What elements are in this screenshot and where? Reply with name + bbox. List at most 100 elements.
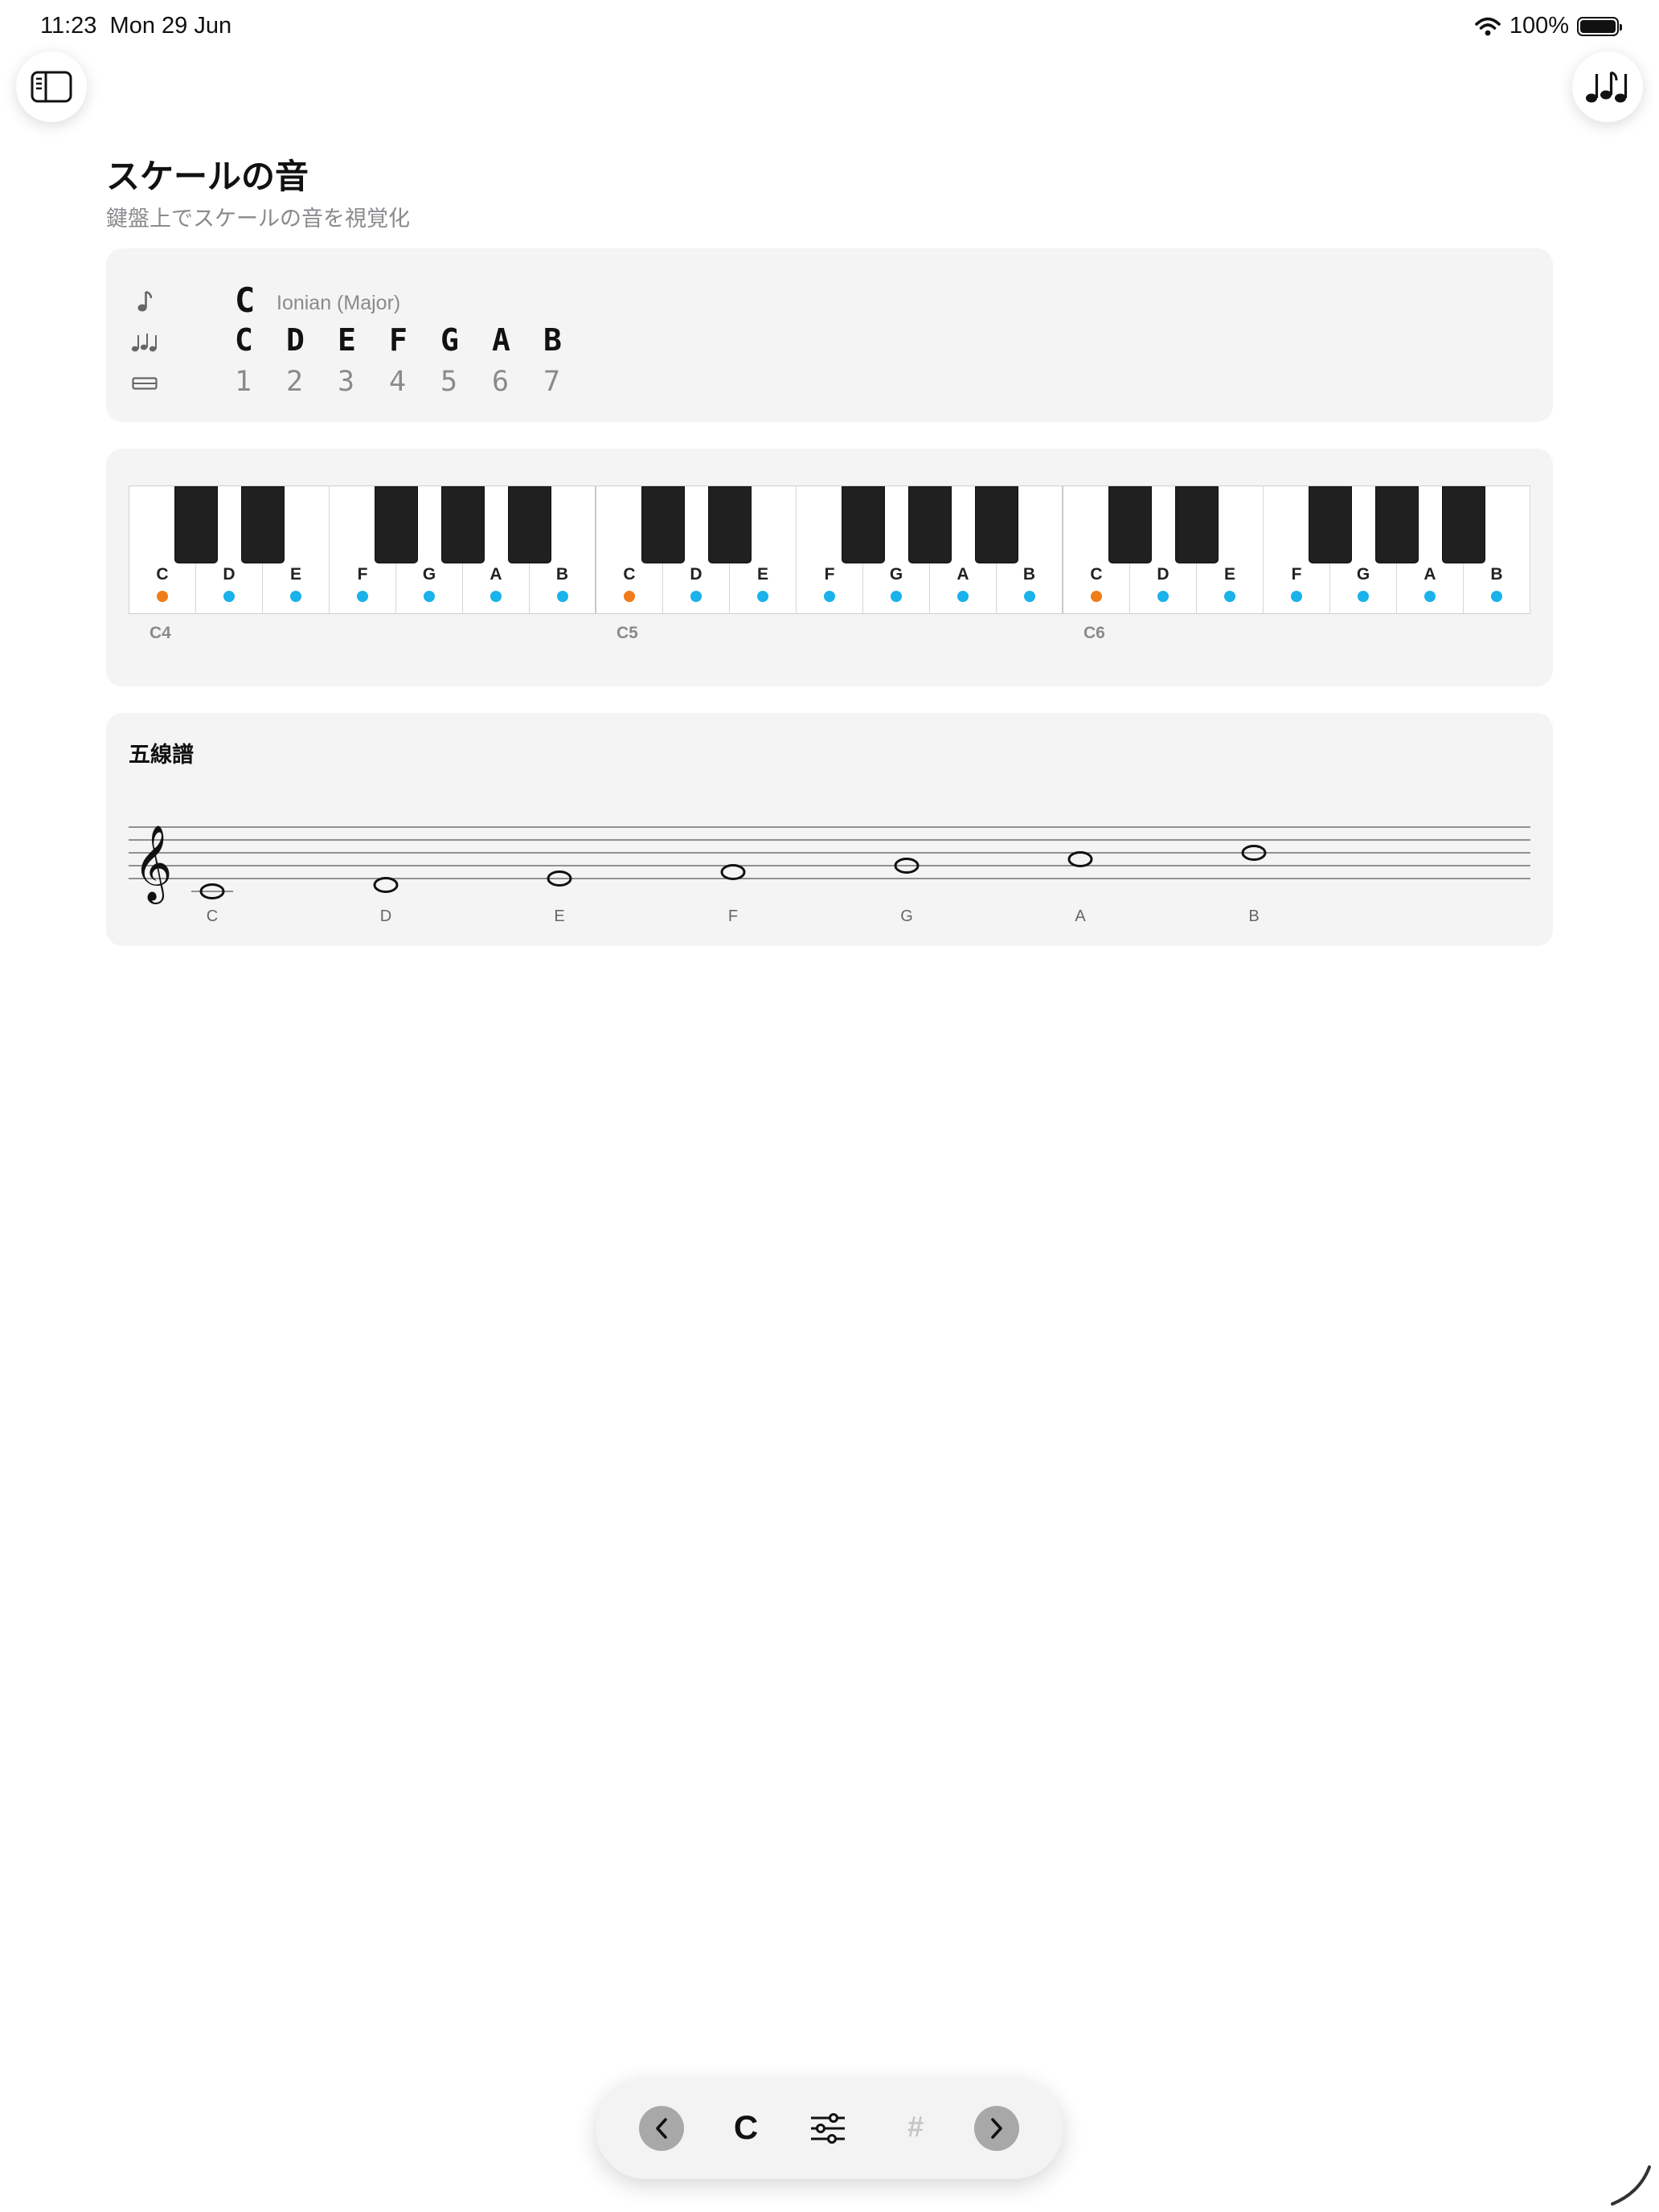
piano-black-key[interactable] [842, 486, 885, 563]
scale-note-dot [957, 591, 969, 602]
key-note-label: A [956, 565, 969, 584]
root-note-dot [1091, 591, 1102, 602]
piano-black-key[interactable] [1108, 486, 1152, 563]
staff-note-head [373, 877, 399, 893]
staff-card: 五線譜 𝄞 CDEFGAB [106, 713, 1553, 946]
chevron-right-icon [991, 2118, 1002, 2139]
octave-label: C4 [150, 624, 171, 642]
scale-note-dot [824, 591, 835, 602]
scale-note: D [286, 322, 305, 358]
status-date: Mon 29 Jun [109, 13, 232, 39]
bottom-toolbar: C # [596, 2078, 1063, 2179]
music-notes-icon [1586, 71, 1628, 103]
scale-note-dot [1424, 591, 1436, 602]
scale-note-dot [357, 591, 368, 602]
key-note-label: E [289, 565, 301, 584]
key-note-label: D [223, 565, 236, 584]
scale-note-dot [290, 591, 301, 602]
root-note-dot [624, 591, 635, 602]
page-subtitle: 鍵盤上でスケールの音を視覚化 [106, 207, 410, 231]
screen-corner-indicator [1611, 2165, 1651, 2206]
status-time-date: 11:23 Mon 29 Jun [40, 13, 231, 39]
staff-note-head [720, 864, 746, 880]
staff-note-label: F [728, 907, 738, 925]
sidebar-toggle-button[interactable] [16, 51, 87, 122]
scale-degrees-list: 1 2 3 4 5 6 7 [235, 366, 595, 398]
piano-keyboard[interactable]: CDEFGABCDEFGABCDEFGAB [129, 485, 1530, 614]
key-note-label: G [422, 565, 436, 584]
piano-black-key[interactable] [1442, 486, 1485, 563]
key-note-label: C [156, 565, 169, 584]
scale-degrees-row: 1 2 3 4 5 6 7 [106, 366, 1553, 403]
status-time: 11:23 [40, 13, 97, 39]
piano-black-key[interactable] [1375, 486, 1419, 563]
treble-clef-icon: 𝄞 [133, 825, 172, 904]
keyboard-card: C D E F G A B C D E F G A B C D E F G A B C4 C5 C6 [106, 449, 1553, 686]
previous-key-button[interactable] [639, 2106, 684, 2151]
current-key-button[interactable]: C [726, 2108, 766, 2147]
staff-note-label: A [1075, 907, 1086, 925]
root-note-dot [157, 591, 168, 602]
scale-note-dot [1491, 591, 1502, 602]
scale-note-dot [424, 591, 435, 602]
scale-degree: 4 [389, 366, 407, 398]
staff-note-label: E [554, 907, 564, 925]
scale-note-dot [1023, 591, 1035, 602]
key-note-label: F [357, 565, 368, 584]
chevron-left-icon [656, 2118, 667, 2139]
scale-degree: 1 [235, 366, 252, 398]
key-note-label: B [555, 565, 569, 584]
key-note-label: E [1223, 565, 1235, 584]
staff-note-label: D [380, 907, 391, 925]
staff-note-label: G [900, 907, 913, 925]
scale-degree: 3 [338, 366, 355, 398]
battery-icon [1577, 16, 1622, 36]
music-note-icon [129, 290, 161, 313]
staff-notation: 𝄞 C D E F G A B [129, 825, 1530, 925]
scale-notes-list: C D E F G A B [235, 322, 595, 358]
scale-note-dot [1291, 591, 1302, 602]
key-note-label: G [889, 565, 903, 584]
key-note-label: C [623, 565, 636, 584]
key-note-label: F [824, 565, 835, 584]
piano-black-key[interactable] [1175, 486, 1219, 563]
scale-note-dot [556, 591, 568, 602]
wifi-icon [1475, 17, 1501, 35]
scale-settings-button[interactable] [806, 2108, 850, 2149]
sharp-toggle-button[interactable]: # [899, 2110, 932, 2144]
staff-note-label: B [1248, 907, 1259, 925]
sliders-icon [811, 2113, 845, 2144]
piano-black-key[interactable] [241, 486, 285, 563]
next-key-button[interactable] [974, 2106, 1019, 2151]
scale-degree: 6 [492, 366, 510, 398]
scales-button[interactable] [1572, 51, 1643, 122]
scale-key: C [235, 281, 256, 320]
music-notes-icon [129, 332, 161, 353]
scale-degree: 7 [543, 366, 561, 398]
scale-note: C [235, 322, 253, 358]
key-note-label: C [1090, 565, 1103, 584]
scale-note: A [492, 322, 510, 358]
staff-note-label: C [207, 907, 218, 925]
key-note-label: A [490, 565, 502, 584]
scale-note: G [440, 322, 459, 358]
piano-black-key[interactable] [174, 486, 218, 563]
scale-note-dot [1358, 591, 1369, 602]
piano-black-key[interactable] [641, 486, 685, 563]
staff-note-head [1067, 851, 1093, 867]
battery-percent: 100% [1509, 13, 1569, 39]
scale-note-dot [757, 591, 768, 602]
piano-black-key[interactable] [1309, 486, 1352, 563]
octave-label: C5 [616, 624, 638, 642]
scale-degree: 2 [286, 366, 304, 398]
piano-black-key[interactable] [975, 486, 1018, 563]
piano-black-key[interactable] [708, 486, 752, 563]
scale-note-dot [1224, 591, 1235, 602]
piano-black-key[interactable] [508, 486, 551, 563]
scale-note-dot [891, 591, 902, 602]
piano-black-key[interactable] [908, 486, 952, 563]
piano-black-key[interactable] [375, 486, 418, 563]
piano-black-key[interactable] [441, 486, 485, 563]
scale-note-dot [1157, 591, 1169, 602]
scale-note-dot [490, 591, 502, 602]
